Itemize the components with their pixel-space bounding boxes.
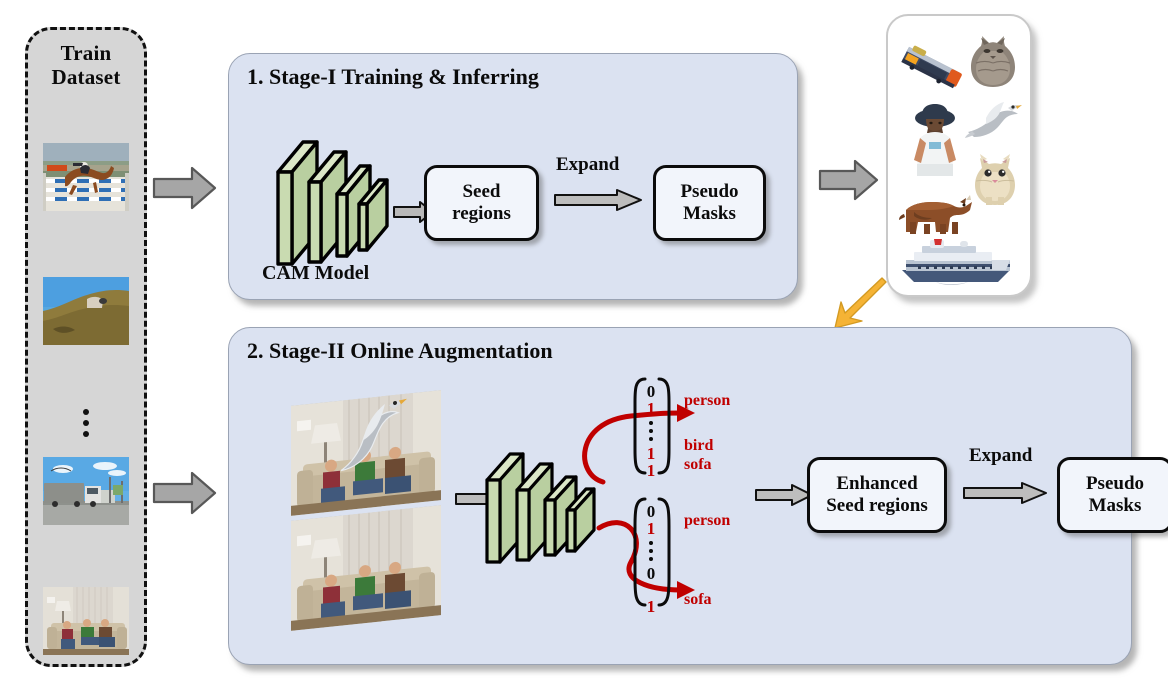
vector-values-1: 0 1 1 1 (640, 383, 662, 479)
train-dataset-title: Train Dataset (28, 41, 144, 89)
cow-object (898, 188, 978, 238)
stage2-title: 2. Stage-II Online Augmentation (247, 338, 553, 363)
vector2-value-1: 1 (646, 519, 656, 538)
pseudo-masks2-line1: Pseudo (1085, 473, 1145, 495)
enhanced-seed-line1: Enhanced (836, 473, 918, 495)
expand-label-stage1: Expand (556, 154, 620, 175)
vector1-label-person: person (684, 392, 731, 409)
train-dataset-title-line2: Dataset (51, 64, 121, 89)
seed-regions-line2: regions (452, 203, 511, 224)
stage2-panel: 2. Stage-II Online Augmentation 0 1 1 1 … (228, 327, 1168, 665)
person-object (904, 102, 966, 180)
vector1-label-sofa: sofa (684, 456, 712, 473)
object-bank-panel (886, 14, 1032, 297)
expand-label-stage2: Expand (969, 445, 1033, 466)
sofa-with-pasted-bird-photo (291, 390, 441, 516)
vector-value-4: 1 (646, 444, 656, 463)
seed-regions-box[interactable]: Seed regions (424, 165, 539, 241)
stage1-panel: 1. Stage-I Training & Inferring CAM Mode… (228, 53, 798, 300)
train-object (898, 42, 968, 94)
original-label-vector: 0 1 0 1 (629, 496, 675, 615)
enhanced-seed-line2: Seed regions (826, 495, 928, 516)
seed-regions-line1: Seed (462, 181, 501, 203)
arrow-vectors-to-enhanced (754, 482, 814, 508)
pseudo-masks-line2: Masks (683, 203, 736, 224)
vector2-label-person: person (684, 512, 731, 529)
arrow-expand-stage1 (553, 187, 643, 213)
vector-value-1: 1 (646, 399, 656, 418)
people-sofa-photo (43, 587, 129, 655)
vector-value-0: 0 (646, 382, 656, 401)
train-dataset-panel: Train Dataset (25, 27, 147, 667)
train-dataset-title-line1: Train (60, 41, 112, 65)
pseudo-masks-line1: Pseudo (680, 181, 739, 203)
ship-object (896, 238, 1020, 286)
enhanced-seed-regions-box[interactable]: Enhanced Seed regions (807, 457, 947, 533)
horse-jumping-photo (43, 143, 129, 211)
sofa-original-photo (291, 505, 441, 631)
diagram-canvas: Train Dataset 1. Stage-I Training & Infe… (0, 0, 1168, 686)
cam-model-icon (273, 124, 393, 269)
arrow-stage1-to-objects (818, 159, 880, 201)
pseudo-masks-box-stage2[interactable]: Pseudo Masks (1057, 457, 1168, 533)
arrow-dataset-to-stage2 (152, 471, 218, 515)
pseudo-masks-box-stage1[interactable]: Pseudo Masks (653, 165, 766, 241)
cam-model-label: CAM Model (262, 262, 370, 284)
vector2-value-5: 1 (646, 597, 656, 616)
vector2-label-sofa: sofa (684, 591, 712, 608)
pseudo-masks2-line2: Masks (1088, 495, 1142, 516)
arrow-objects-to-stage2 (820, 272, 890, 334)
vector2-value-0: 0 (646, 502, 656, 521)
stage1-title: 1. Stage-I Training & Inferring (247, 64, 539, 89)
truck-street-photo (43, 457, 129, 525)
bird-object (964, 98, 1026, 142)
vector1-label-bird: bird (684, 437, 714, 454)
ellipsis (81, 404, 91, 442)
sheep-hill-photo (43, 277, 129, 345)
vector-value-5: 1 (646, 461, 656, 480)
augmented-label-vector: 0 1 1 1 (629, 376, 675, 479)
cat-object (962, 29, 1024, 91)
vector-values-2: 0 1 0 1 (640, 503, 662, 615)
arrow-expand-stage2 (962, 480, 1048, 506)
vector2-value-4: 0 (646, 564, 656, 583)
arrow-dataset-to-stage1 (152, 166, 218, 210)
